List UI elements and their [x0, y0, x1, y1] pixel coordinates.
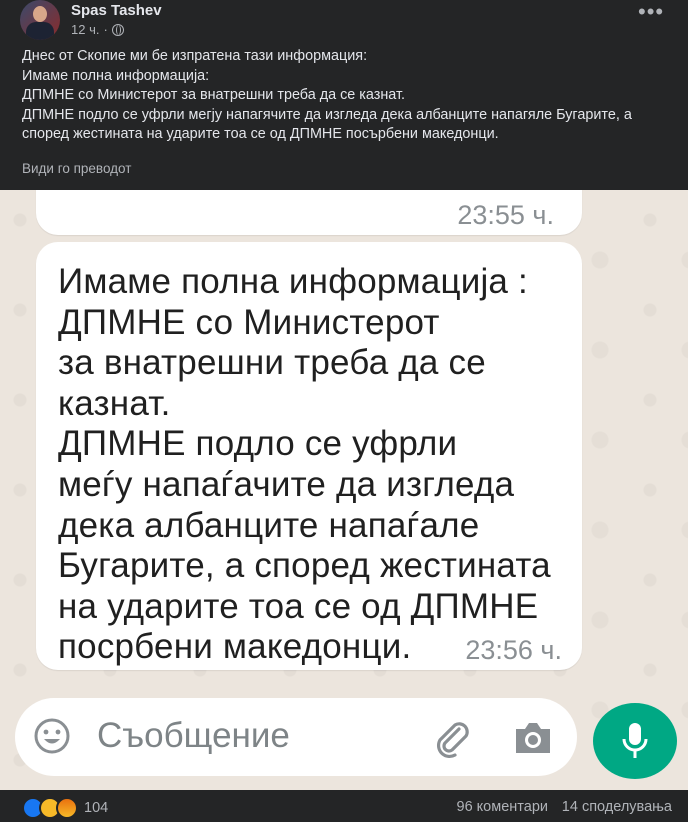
see-translation-link[interactable]: Види го преводот [22, 161, 131, 176]
post-time[interactable]: 12 ч. [71, 22, 99, 37]
message-bubble: 23:55 ч. [36, 190, 582, 235]
reactions-summary[interactable]: 104 [22, 797, 108, 819]
message-line: ДПМНЕ со Министерот [58, 302, 440, 342]
message-input: Съобщение [97, 716, 290, 755]
post-line: ДПМНЕ со Министерот за внатрешни треба д… [22, 87, 405, 103]
emoji-icon [34, 718, 70, 754]
message-timestamp: 23:56 ч. [465, 635, 562, 665]
meta-separator: · [103, 22, 108, 37]
message-line: на ударите тоа се од ДПМНЕ [58, 586, 539, 626]
avatar-body [26, 22, 54, 40]
angry-reaction-icon [56, 797, 78, 819]
microphone-icon [622, 723, 648, 758]
message-timestamp: 23:55 ч. [457, 200, 554, 230]
message-line: казнат. [58, 383, 171, 423]
post-line: Имаме полна информација: [22, 67, 210, 84]
camera-icon [516, 723, 550, 753]
chat-screenshot-image[interactable]: 23:55 ч. Имаме полна информација : ДПМНЕ… [0, 190, 688, 790]
message-line: дека албанците напаѓале [58, 505, 480, 545]
message-input-bar: Съобщение [15, 698, 577, 776]
post-text: Днес от Скопие ми бе изпратена тази инфо… [22, 47, 672, 145]
avatar[interactable] [20, 0, 60, 40]
message-line: ДПМНЕ подло се уфрли [58, 424, 458, 464]
author-name[interactable]: Spas Tashev [71, 2, 162, 19]
message-line: за внатрешни треба да се [58, 343, 486, 383]
message-line: меѓу напаѓачите да изгледа [58, 464, 515, 504]
message-line: Имаме полна информација : [58, 262, 528, 301]
avatar-face [33, 6, 47, 22]
more-options-button[interactable]: ••• [638, 1, 663, 26]
message-text: Имаме полна информација : ДПМНЕ со Минис… [58, 262, 568, 668]
post-line: Днес от Скопие ми бе изпратена тази инфо… [22, 48, 368, 64]
message-line: Бугарите, а според жестината [58, 546, 551, 586]
comments-count-link[interactable]: 96 коментари [457, 799, 548, 815]
post-footer: 104 96 коментари 14 споделувања [0, 790, 688, 822]
globe-icon [111, 23, 124, 36]
message-bubble: Имаме полна информација : ДПМНЕ со Минис… [36, 242, 582, 670]
reaction-count: 104 [84, 800, 109, 816]
post-meta: 12 ч. · [71, 22, 124, 37]
voice-message-button [593, 703, 677, 779]
shares-count-link[interactable]: 14 споделувања [562, 799, 672, 815]
attachment-icon [436, 722, 469, 759]
post-line: ДПМНЕ подло се уфрли мегју напагячите да… [22, 106, 632, 143]
